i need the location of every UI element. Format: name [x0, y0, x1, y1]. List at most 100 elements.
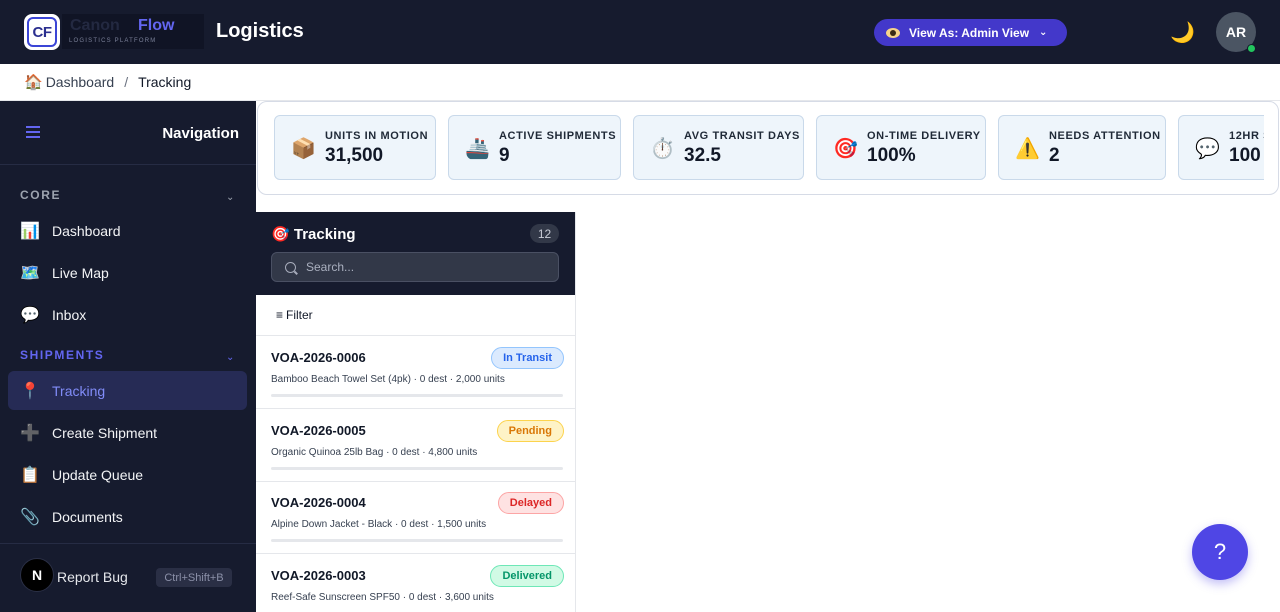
- shipment-description: Reef-Safe Sunscreen SPF50 · 0 dest · 3,6…: [271, 592, 494, 603]
- breadcrumb-separator: /: [124, 74, 129, 90]
- sidebar-item-label: Documents: [52, 508, 123, 525]
- shipment-description: Alpine Down Jacket - Black · 0 dest · 1,…: [271, 519, 487, 530]
- shipment-id: VOA-2026-0003: [271, 568, 366, 583]
- search-input[interactable]: [306, 260, 546, 274]
- online-status-dot: [1247, 44, 1256, 53]
- sidebar-footer: N Report Bug Ctrl+Shift+B: [0, 543, 256, 612]
- status-badge: Delayed: [497, 492, 564, 514]
- map-pin-icon: 📍: [20, 382, 40, 400]
- sidebar-item-label: Update Queue: [52, 466, 144, 483]
- sidebar-item-live-map[interactable]: 🗺️ Live Map: [8, 253, 247, 292]
- moon-icon[interactable]: 🌙: [1170, 20, 1195, 45]
- shipment-list-item[interactable]: VOA-2026-0004 Delayed Alpine Down Jacket…: [256, 481, 575, 554]
- shipment-progress-bar: [271, 539, 563, 542]
- search-icon: [285, 261, 296, 273]
- target-icon: 🎯: [833, 138, 858, 160]
- kpi-scroll-area[interactable]: 📦 UNITS IN MOTION 31,500 🚢 ACTIVE SHIPME…: [258, 102, 1264, 196]
- view-as-dropdown[interactable]: View As: Admin View ⌄: [874, 19, 1067, 46]
- tracking-count-badge: 12: [530, 224, 559, 243]
- view-as-label: View As: Admin View: [909, 25, 1030, 40]
- logo-wordmark: Canon Flow LOGISTICS PLATFORM: [62, 14, 204, 49]
- bar-chart-icon: 📊: [20, 222, 40, 240]
- kpi-label: UNITS IN MOTION: [325, 130, 429, 142]
- sidebar-item-label: Tracking: [52, 382, 106, 399]
- shipment-id: VOA-2026-0006: [271, 350, 366, 365]
- kpi-label: ACTIVE SHIPMENTS: [499, 130, 617, 142]
- home-icon: 🏠: [24, 74, 43, 91]
- hamburger-menu-icon[interactable]: [26, 126, 40, 138]
- kpi-value: 31,500: [325, 145, 384, 166]
- chevron-down-icon[interactable]: ⌄: [226, 352, 234, 363]
- logo-word: Flow: [138, 17, 175, 34]
- kpi-label: AVG TRANSIT DAYS: [684, 130, 800, 142]
- ship-icon: 🚢: [465, 138, 490, 160]
- paperclip-icon: 📎: [20, 508, 40, 526]
- logo-mark-text: CF: [27, 17, 57, 47]
- map-icon: 🗺️: [20, 264, 40, 282]
- sidebar-item-tracking[interactable]: 📍 Tracking: [8, 371, 247, 410]
- sidebar-item-documents[interactable]: 📎 Documents: [8, 497, 247, 536]
- help-button[interactable]: ?: [1192, 524, 1248, 580]
- tracking-panel-title: 🎯 Tracking: [271, 225, 356, 243]
- shipment-progress-bar: [271, 394, 563, 397]
- status-badge: In Transit: [491, 347, 564, 369]
- clipboard-icon: 📋: [20, 466, 40, 484]
- keyboard-shortcut: Ctrl+Shift+B: [156, 568, 232, 587]
- kpi-label: 12HR S: [1229, 130, 1264, 142]
- stopwatch-icon: ⏱️: [650, 138, 675, 160]
- logo-word-ghost: Canon: [70, 17, 120, 34]
- sidebar-item-inbox[interactable]: 💬 Inbox: [8, 295, 247, 334]
- kpi-label: ON-TIME DELIVERY: [867, 130, 981, 142]
- shipment-list-item[interactable]: VOA-2026-0005 Pending Organic Quinoa 25l…: [256, 409, 575, 482]
- kpi-card-active-shipments: 🚢 ACTIVE SHIPMENTS 9: [448, 115, 621, 180]
- shipment-id: VOA-2026-0004: [271, 495, 366, 510]
- sidebar-item-create-shipment[interactable]: ➕ Create Shipment: [8, 413, 247, 452]
- section-label-core[interactable]: CORE: [20, 188, 61, 202]
- sidebar-item-update-queue[interactable]: 📋 Update Queue: [8, 455, 247, 494]
- kpi-value: 2: [1049, 145, 1060, 166]
- status-badge: Pending: [496, 420, 564, 442]
- shipment-description: Organic Quinoa 25lb Bag · 0 dest · 4,800…: [271, 447, 478, 458]
- shipment-id: VOA-2026-0005: [271, 423, 366, 438]
- sidebar-title: Navigation: [162, 125, 239, 142]
- eye-icon: [886, 27, 900, 38]
- kpi-card-12hr: 💬 12HR S 100: [1178, 115, 1264, 180]
- app-title: Logistics: [216, 20, 304, 42]
- chevron-down-icon: ⌄: [1039, 27, 1048, 38]
- sidebar-item-label: Dashboard: [52, 222, 121, 239]
- breadcrumb-home-link[interactable]: Dashboard: [46, 74, 115, 90]
- chat-bubble-icon: 💬: [20, 306, 40, 324]
- bug-reporter-avatar[interactable]: N: [20, 558, 54, 592]
- warning-icon: ⚠️: [1015, 138, 1040, 160]
- top-bar: CF Canon Flow LOGISTICS PLATFORM Logisti…: [0, 0, 1280, 64]
- tracking-title-text: Tracking: [293, 226, 356, 243]
- section-label-shipments[interactable]: SHIPMENTS: [20, 348, 104, 362]
- filter-button[interactable]: ≡ Filter: [256, 295, 575, 336]
- status-badge: Delivered: [490, 565, 564, 587]
- shipment-progress-bar: [271, 467, 563, 470]
- kpi-card-avg-transit-days: ⏱️ AVG TRANSIT DAYS 32.5: [633, 115, 804, 180]
- kpi-card-units-in-motion: 📦 UNITS IN MOTION 31,500: [274, 115, 436, 180]
- report-bug-button[interactable]: Report Bug: [57, 569, 128, 585]
- shipment-list-item[interactable]: VOA-2026-0006 In Transit Bamboo Beach To…: [256, 336, 575, 409]
- sidebar-item-label: Inbox: [52, 306, 87, 323]
- sidebar-item-dashboard[interactable]: 📊 Dashboard: [8, 211, 247, 250]
- plus-icon: ➕: [20, 424, 40, 442]
- filter-icon: ≡: [276, 308, 284, 322]
- kpi-value: 32.5: [684, 145, 721, 166]
- tracking-panel-header: 🎯 Tracking 12: [256, 212, 575, 295]
- search-box[interactable]: [271, 252, 559, 282]
- sidebar-item-label: Live Map: [52, 264, 109, 281]
- shipment-description: Bamboo Beach Towel Set (4pk) · 0 dest · …: [271, 374, 505, 385]
- package-icon: 📦: [291, 138, 316, 160]
- tracking-panel: 🎯 Tracking 12 ≡ Filter VOA-2026-0006 In …: [256, 212, 576, 612]
- kpi-card-needs-attention: ⚠️ NEEDS ATTENTION 2: [998, 115, 1166, 180]
- sidebar: Navigation CORE ⌄ 📊 Dashboard 🗺️ Live Ma…: [0, 101, 256, 612]
- kpi-card-on-time-delivery: 🎯 ON-TIME DELIVERY 100%: [816, 115, 986, 180]
- chevron-down-icon[interactable]: ⌄: [226, 192, 234, 203]
- kpi-value: 100%: [867, 145, 916, 166]
- shipment-list-item[interactable]: VOA-2026-0003 Delivered Reef-Safe Sunscr…: [256, 554, 575, 612]
- target-icon: 🎯: [271, 226, 290, 243]
- logo-mark[interactable]: CF: [24, 14, 60, 50]
- logo-subtitle: LOGISTICS PLATFORM: [69, 38, 157, 44]
